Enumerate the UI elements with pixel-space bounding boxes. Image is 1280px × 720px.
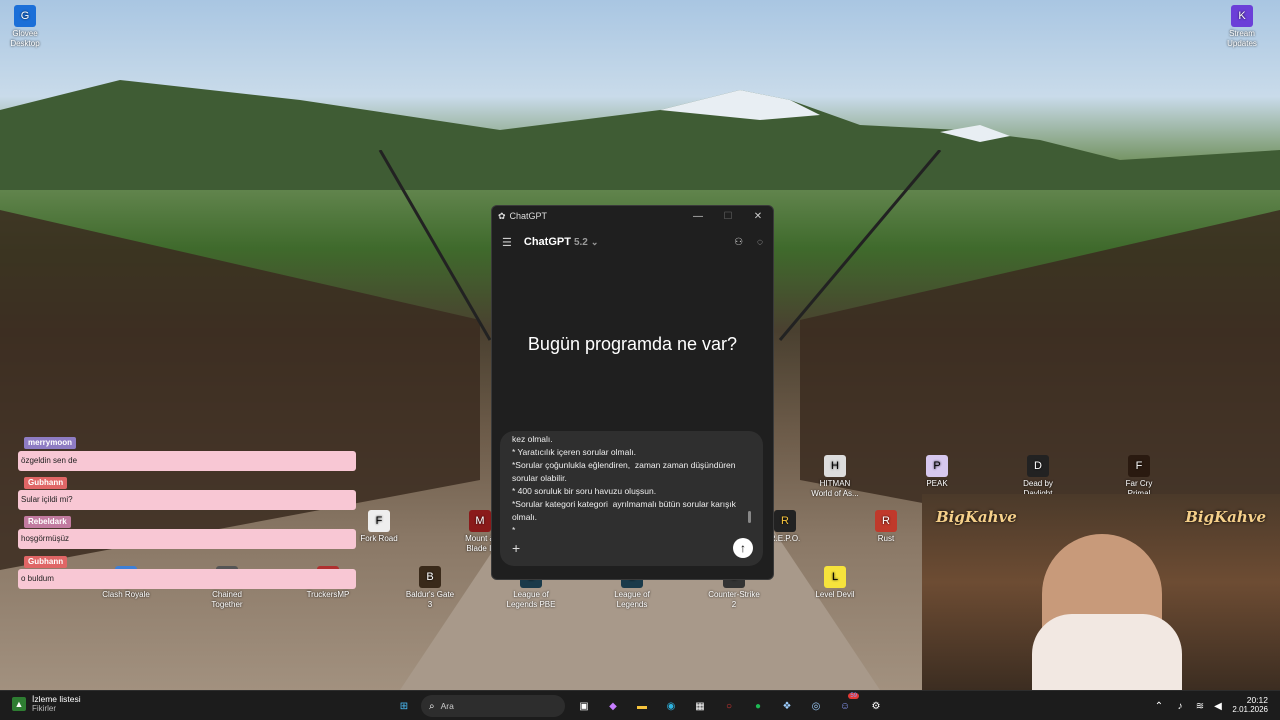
chat-message: Sular içildi mi? — [18, 490, 356, 510]
clock[interactable]: 20:12 2.01.2026 — [1232, 695, 1268, 714]
store-icon[interactable]: ▦ — [692, 698, 708, 714]
send-button[interactable]: ↑ — [733, 538, 753, 558]
desktop-icon-label: Level Devil — [815, 590, 855, 599]
chat-username: Rebeldark — [24, 516, 71, 528]
desktop-icon-label: Clash Royale — [102, 590, 150, 599]
brand-logo-left: BigKahve — [936, 508, 1017, 526]
search-placeholder: Ara — [440, 701, 454, 711]
desktop-icon-stream[interactable]: K Stream Updates — [1214, 5, 1270, 49]
chat-header: ☰ ChatGPT 5.2 ⌄ ⚇ ◌ — [492, 226, 773, 258]
widget-subtitle: Fikirler — [32, 704, 56, 713]
app-icon[interactable]: ❖ — [779, 698, 795, 714]
temporary-chat-icon[interactable]: ◌ — [757, 237, 763, 248]
chat-message: hoşgörmüşüz — [18, 529, 356, 549]
close-icon[interactable]: ✕ — [743, 211, 773, 222]
start-icon[interactable]: ⊞ — [396, 698, 412, 714]
game-icon: F — [368, 510, 390, 532]
model-name: ChatGPT — [523, 236, 571, 248]
maximize-icon[interactable]: ☐ — [713, 211, 743, 222]
desktop-icon-label: PEAK — [926, 479, 948, 488]
volume-icon[interactable]: ◀ — [1210, 698, 1226, 714]
model-selector[interactable]: ChatGPT 5.2 ⌄ — [524, 236, 599, 248]
message-composer[interactable]: kez olmalı. * Yaratıcılık içeren sorular… — [500, 431, 763, 566]
steam-icon[interactable]: ◎ — [808, 698, 824, 714]
game-icon: H — [824, 455, 846, 477]
chevron-down-icon: ⌄ — [590, 237, 599, 247]
copilot-icon[interactable]: ◆ — [605, 698, 621, 714]
composer-scrollbar[interactable] — [748, 511, 751, 523]
game-icon: R — [875, 510, 897, 532]
desktop-icon-forkroad[interactable]: F Fork Road — [351, 510, 407, 544]
minimize-icon[interactable]: — — [683, 211, 713, 222]
composer-text[interactable]: kez olmalı. * Yaratıcılık içeren sorular… — [512, 433, 742, 533]
game-icon: R — [774, 510, 796, 532]
desktop-icon-label: Glovee Desktop — [10, 29, 40, 48]
desktop-icon-label: Baldur's Gate 3 — [405, 590, 455, 609]
discord-icon[interactable]: ☺ 59 — [837, 693, 859, 714]
desktop-icon-farcry[interactable]: F Far Cry Primal — [1111, 455, 1167, 499]
desktop-icon-label: Chained Together — [211, 590, 243, 609]
desktop-icon-label: Counter-Strike 2 — [708, 590, 760, 609]
chat-message: özgeldin sen de — [18, 451, 356, 471]
desktop-icon-label: League of Legends PBE — [506, 590, 556, 609]
opera-icon[interactable]: ○ — [721, 698, 737, 714]
chat-username: Gubhann — [24, 556, 68, 568]
desktop-icon-label: Fork Road — [360, 534, 398, 543]
window-titlebar[interactable]: ✿ ChatGPT — ☐ ✕ — [492, 206, 773, 226]
discord-badge: 59 — [848, 693, 859, 699]
desktop-icon-dbd[interactable]: D Dead by Daylight — [1010, 455, 1066, 499]
desktop-icon-glovee[interactable]: G Glovee Desktop — [0, 5, 53, 49]
clock-date: 2.01.2026 — [1232, 705, 1268, 714]
brand-logo-right: BigKahve — [1185, 508, 1266, 526]
taskbar: ▲ İzleme listesi Fikirler ⊞ ⌕ Ara ▣ ◆ ▬ … — [0, 690, 1280, 720]
chat-message: o buldum — [18, 569, 356, 589]
chatgpt-window[interactable]: ✿ ChatGPT — ☐ ✕ ☰ ChatGPT 5.2 ⌄ ⚇ ◌ Bugün… — [491, 205, 774, 580]
search-box[interactable]: ⌕ Ara — [421, 695, 565, 717]
app-icon: K — [1231, 5, 1253, 27]
clock-time: 20:12 — [1246, 695, 1268, 705]
chat-username: Gubhann — [24, 477, 68, 489]
search-icon: ⌕ — [429, 700, 435, 712]
add-person-icon[interactable]: ⚇ — [734, 237, 743, 248]
widget-title: İzleme listesi — [32, 694, 81, 704]
game-icon: L — [824, 566, 846, 588]
desktop-icon-rust[interactable]: R Rust — [858, 510, 914, 544]
stocks-icon: ▲ — [12, 696, 26, 711]
desktop-icon-leveldevil[interactable]: L Level Devil — [807, 566, 863, 600]
desktop-icon-label: R.E.P.O. — [769, 534, 801, 543]
streamer-shirt — [1032, 614, 1182, 690]
edge-icon[interactable]: ◉ — [663, 698, 679, 714]
task-view-icon[interactable]: ▣ — [576, 698, 592, 714]
game-icon: M — [469, 510, 491, 532]
desktop-icon-baldursgate[interactable]: B Baldur's Gate 3 — [402, 566, 458, 610]
app-icon[interactable]: ⚙ — [868, 698, 884, 714]
spotify-icon[interactable]: ● — [750, 698, 766, 714]
desktop-icon-peak[interactable]: P PEAK — [909, 455, 965, 489]
file-explorer-icon[interactable]: ▬ — [634, 698, 650, 714]
microphone-icon[interactable]: ♪ — [1172, 698, 1188, 714]
widgets-button[interactable]: ▲ İzleme listesi Fikirler — [12, 694, 81, 713]
wifi-icon[interactable]: ≋ — [1192, 698, 1208, 714]
chat-username: merrymoon — [24, 437, 77, 449]
menu-icon[interactable]: ☰ — [502, 236, 512, 249]
desktop-icon-label: HITMAN World of As... — [811, 479, 859, 498]
app-icon: G — [14, 5, 36, 27]
game-icon: P — [926, 455, 948, 477]
desktop-icon-label: League of Legends — [614, 590, 650, 609]
desktop-icon-label: Rust — [877, 534, 895, 543]
desktop-icon-hitman[interactable]: H HITMAN World of As... — [807, 455, 863, 499]
chatgpt-logo-icon: ✿ — [498, 210, 506, 221]
desktop-wallpaper: G Glovee Desktop K Stream Updates H HITM… — [0, 0, 1280, 690]
game-icon: B — [419, 566, 441, 588]
game-icon: D — [1027, 455, 1049, 477]
plus-icon[interactable]: + — [512, 540, 520, 556]
model-version: 5.2 — [573, 237, 588, 248]
window-title: ChatGPT — [509, 211, 548, 221]
desktop-icon-label: Stream Updates — [1227, 29, 1257, 48]
chevron-up-icon[interactable]: ⌃ — [1151, 698, 1167, 714]
desktop-icon-label: TruckersMP — [306, 590, 350, 599]
game-icon: F — [1128, 455, 1150, 477]
greeting-heading: Bugün programda ne var? — [527, 334, 738, 354]
webcam-overlay: BigKahve BigKahve — [922, 494, 1280, 690]
